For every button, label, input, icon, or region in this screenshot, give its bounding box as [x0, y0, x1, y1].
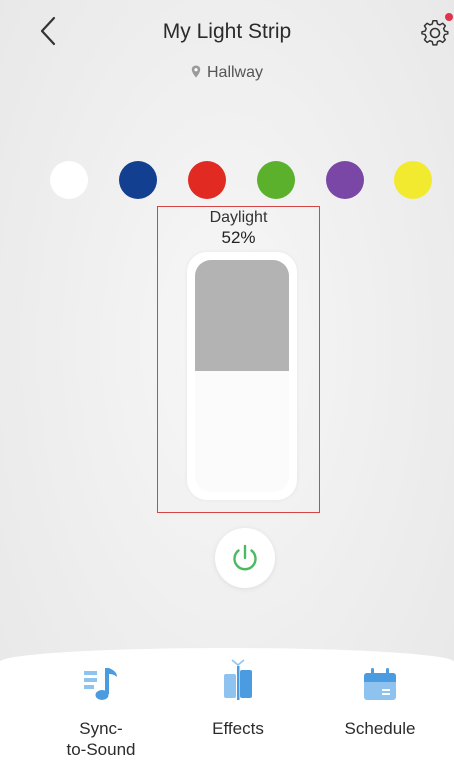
light-strip-screen: My Light Strip Hallway Daylight 52% Sync… — [0, 0, 454, 766]
brightness-slider-upper-fill — [195, 260, 289, 371]
color-swatch-yellow[interactable] — [394, 161, 432, 199]
tab-effects-label: Effects — [212, 719, 264, 738]
tab-schedule-label: Schedule — [344, 719, 416, 738]
color-swatch-white[interactable] — [50, 161, 88, 199]
music-note-icon — [84, 668, 117, 700]
power-button[interactable] — [215, 528, 275, 588]
color-swatch-blue[interactable] — [119, 161, 157, 199]
color-swatch-green[interactable] — [257, 161, 295, 199]
page-title: My Light Strip — [162, 20, 292, 43]
location-pin-icon — [191, 65, 201, 78]
notification-dot — [445, 13, 453, 21]
brightness-slider-inner — [195, 260, 289, 492]
effects-icon — [224, 659, 252, 700]
settings-button[interactable] — [420, 18, 450, 48]
bottom-navigation: Sync- to-Sound Effects Schedule — [0, 648, 454, 766]
location-name: Hallway — [206, 64, 263, 81]
color-swatch-red[interactable] — [188, 161, 226, 199]
color-swatch-purple[interactable] — [326, 161, 364, 199]
light-mode-label: Daylight — [209, 209, 268, 226]
brightness-slider[interactable] — [187, 252, 297, 500]
tab-sync-to-sound[interactable]: Sync- to-Sound — [56, 648, 146, 766]
location-label: Hallway — [0, 64, 454, 82]
power-icon — [233, 544, 257, 571]
gear-icon — [421, 19, 449, 46]
tab-sync-to-sound-label: Sync- to-Sound — [66, 719, 136, 759]
calendar-icon — [364, 668, 396, 700]
tab-schedule[interactable]: Schedule — [330, 648, 430, 766]
tab-effects[interactable]: Effects — [193, 648, 283, 766]
brightness-percent: 52% — [221, 228, 256, 247]
